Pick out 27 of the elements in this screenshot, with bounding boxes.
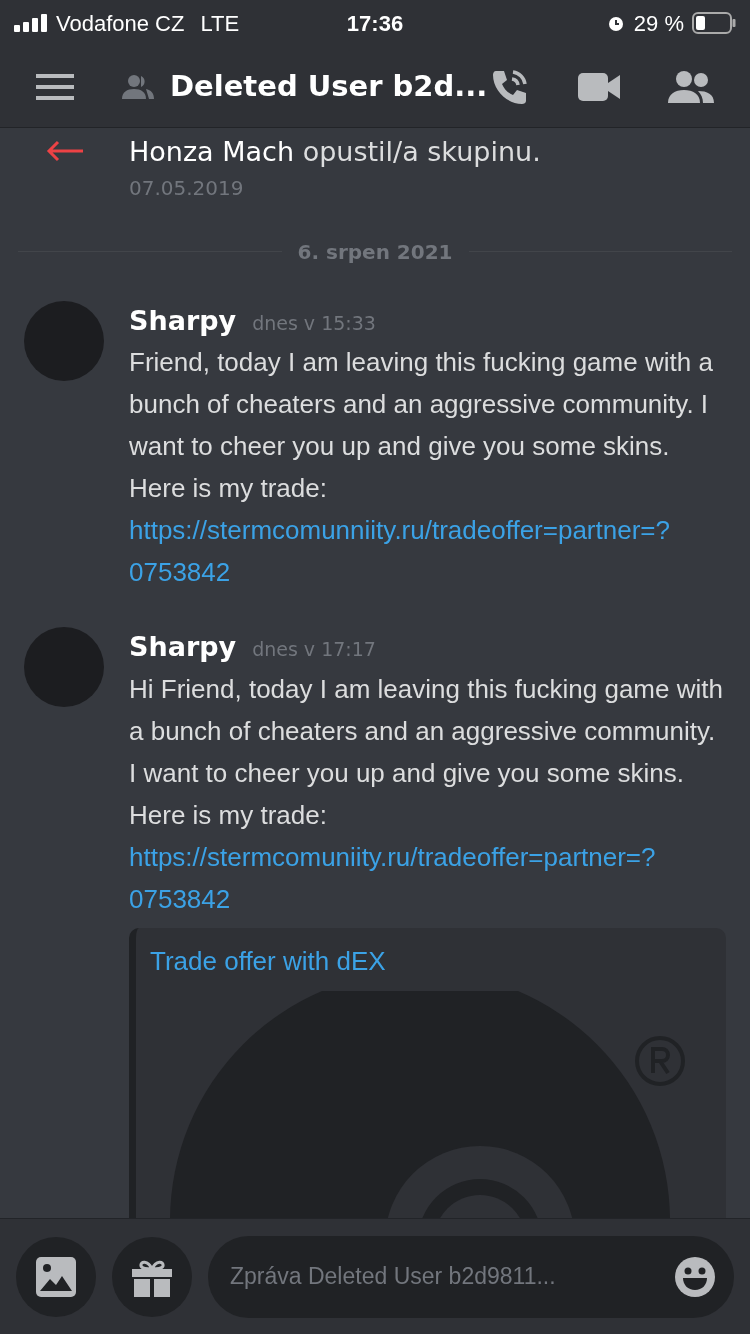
message-link[interactable]: https://stermcomunniity.ru/tradeoffer=partner=?0753842 — [129, 509, 726, 593]
message-text: Hi Friend, today I am leaving this fucking game with a bunch of cheaters and an aggressive community. I want to cheer you up and give you some skins. Here is my trade: https://stermcomuniity.ru/tradeoffer=partner=?0753842 — [129, 667, 726, 920]
group-icon — [122, 73, 154, 100]
video-camera-icon[interactable] — [578, 72, 620, 101]
embed-title[interactable]: Trade offer with dEX — [150, 941, 712, 981]
message-input[interactable]: Zpráva Deleted User b2d9811... — [208, 1235, 734, 1318]
network-type: LTE — [200, 9, 240, 38]
image-icon — [36, 1256, 76, 1297]
channel-title: Deleted User b2d... — [170, 67, 488, 105]
date-divider: 6. srpen 2021 — [297, 238, 453, 266]
emoji-icon[interactable] — [674, 1255, 716, 1298]
battery-icon — [692, 12, 736, 34]
system-message-date: 07.05.2019 — [129, 174, 245, 202]
system-message: Honza Mach opustil/a skupinu. — [129, 135, 541, 169]
author-name[interactable]: Sharpy — [129, 300, 237, 341]
signal-icon — [14, 14, 48, 32]
carrier-name: Vodafone CZ — [56, 9, 185, 38]
message-text: Friend, today I am leaving this fucking game with a bunch of cheaters and an aggressive community. I want to cheer you up and give you some skins. Here is my trade: https://stermcomunniity.ru/tradeoffer=partner=?0753842 — [129, 341, 726, 593]
members-icon[interactable] — [668, 70, 714, 103]
left-arrow-icon — [45, 140, 84, 162]
battery-percent: 29 % — [633, 9, 684, 38]
clock-time: 17:36 — [346, 9, 404, 38]
author-name[interactable]: Sharpy — [129, 627, 237, 668]
message-time: dnes v 15:33 — [252, 310, 376, 336]
menu-icon[interactable] — [36, 72, 74, 101]
message-time: dnes v 17:17 — [252, 637, 376, 662]
message-link[interactable]: https://stermcomuniity.ru/tradeoffer=partner=?0753842 — [129, 835, 726, 920]
